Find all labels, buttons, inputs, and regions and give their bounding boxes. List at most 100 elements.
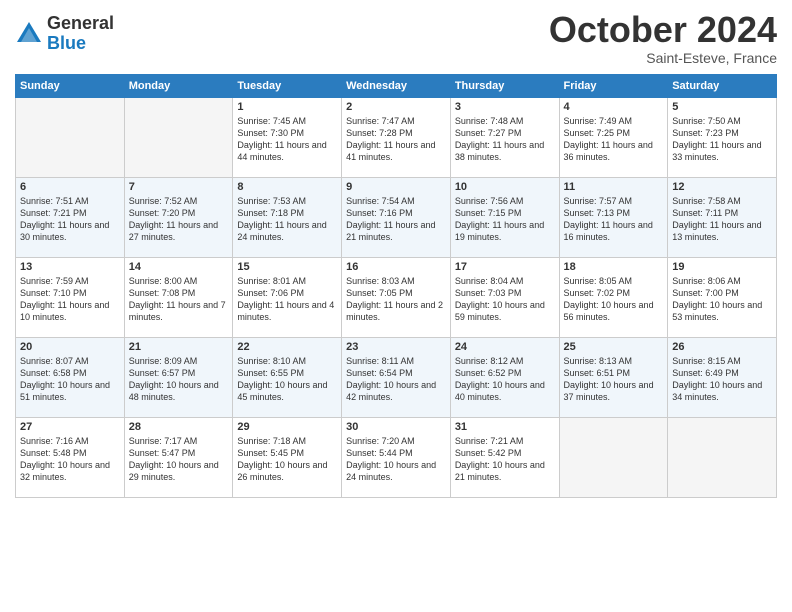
day-info: Sunrise: 8:15 AM Sunset: 6:49 PM Dayligh… <box>672 355 772 404</box>
day-number: 26 <box>672 341 772 353</box>
day-info: Sunrise: 7:56 AM Sunset: 7:15 PM Dayligh… <box>455 195 555 244</box>
week-row-3: 20 Sunrise: 8:07 AM Sunset: 6:58 PM Dayli… <box>16 337 777 417</box>
day-cell: 4 Sunrise: 7:49 AM Sunset: 7:25 PM Daylig… <box>559 97 668 177</box>
day-number: 10 <box>455 181 555 193</box>
day-cell: 1Sunrise: 7:45 AM Sunset: 7:30 PM Daylig… <box>233 97 342 177</box>
day-cell: 22Sunrise: 8:10 AM Sunset: 6:55 PM Dayli… <box>233 337 342 417</box>
day-info: Sunrise: 8:07 AM Sunset: 6:58 PM Dayligh… <box>20 355 120 404</box>
day-number: 11 <box>564 181 664 193</box>
day-number: 24 <box>455 341 555 353</box>
day-cell: 31 Sunrise: 7:21 AM Sunset: 5:42 PM Dayli… <box>450 417 559 497</box>
day-cell: 6 Sunrise: 7:51 AM Sunset: 7:21 PM Daylig… <box>16 177 125 257</box>
header: General Blue October 2024 Saint-Esteve, … <box>15 10 777 66</box>
day-number: 2 <box>346 101 446 113</box>
logo: General Blue <box>15 14 114 54</box>
day-info: Sunrise: 7:54 AM Sunset: 7:16 PM Dayligh… <box>346 195 446 244</box>
day-header-tuesday: Tuesday <box>233 74 342 97</box>
day-header-monday: Monday <box>124 74 233 97</box>
day-number: 23 <box>346 341 446 353</box>
day-cell: 27Sunrise: 7:16 AM Sunset: 5:48 PM Dayli… <box>16 417 125 497</box>
day-number: 20 <box>20 341 120 353</box>
day-header-saturday: Saturday <box>668 74 777 97</box>
day-cell: 29Sunrise: 7:18 AM Sunset: 5:45 PM Dayli… <box>233 417 342 497</box>
day-cell: 19Sunrise: 8:06 AM Sunset: 7:00 PM Dayli… <box>668 257 777 337</box>
day-info: Sunrise: 7:57 AM Sunset: 7:13 PM Dayligh… <box>564 195 664 244</box>
day-number: 5 <box>672 101 772 113</box>
month-title: October 2024 <box>549 10 777 50</box>
day-info: Sunrise: 7:59 AM Sunset: 7:10 PM Dayligh… <box>20 275 120 324</box>
day-info: Sunrise: 7:48 AM Sunset: 7:27 PM Dayligh… <box>455 115 555 164</box>
day-cell: 9 Sunrise: 7:54 AM Sunset: 7:16 PM Daylig… <box>342 177 451 257</box>
day-cell: 26 Sunrise: 8:15 AM Sunset: 6:49 PM Dayli… <box>668 337 777 417</box>
calendar-table: SundayMondayTuesdayWednesdayThursdayFrid… <box>15 74 777 498</box>
day-number: 13 <box>20 261 120 273</box>
day-cell: 2Sunrise: 7:47 AM Sunset: 7:28 PM Daylig… <box>342 97 451 177</box>
logo-general: General <box>47 14 114 34</box>
day-cell: 8 Sunrise: 7:53 AM Sunset: 7:18 PM Daylig… <box>233 177 342 257</box>
day-number: 3 <box>455 101 555 113</box>
day-info: Sunrise: 7:58 AM Sunset: 7:11 PM Dayligh… <box>672 195 772 244</box>
day-number: 8 <box>237 181 337 193</box>
week-row-0: 1Sunrise: 7:45 AM Sunset: 7:30 PM Daylig… <box>16 97 777 177</box>
location: Saint-Esteve, France <box>549 50 777 66</box>
day-header-sunday: Sunday <box>16 74 125 97</box>
day-number: 4 <box>564 101 664 113</box>
day-cell <box>559 417 668 497</box>
day-number: 31 <box>455 421 555 433</box>
logo-icon <box>15 20 43 48</box>
day-number: 1 <box>237 101 337 113</box>
day-info: Sunrise: 7:17 AM Sunset: 5:47 PM Dayligh… <box>129 435 229 484</box>
day-info: Sunrise: 8:04 AM Sunset: 7:03 PM Dayligh… <box>455 275 555 324</box>
day-info: Sunrise: 7:16 AM Sunset: 5:48 PM Dayligh… <box>20 435 120 484</box>
day-number: 7 <box>129 181 229 193</box>
day-cell: 14Sunrise: 8:00 AM Sunset: 7:08 PM Dayli… <box>124 257 233 337</box>
day-info: Sunrise: 8:13 AM Sunset: 6:51 PM Dayligh… <box>564 355 664 404</box>
day-info: Sunrise: 8:05 AM Sunset: 7:02 PM Dayligh… <box>564 275 664 324</box>
week-row-2: 13 Sunrise: 7:59 AM Sunset: 7:10 PM Dayli… <box>16 257 777 337</box>
day-header-wednesday: Wednesday <box>342 74 451 97</box>
day-info: Sunrise: 7:50 AM Sunset: 7:23 PM Dayligh… <box>672 115 772 164</box>
week-row-4: 27Sunrise: 7:16 AM Sunset: 5:48 PM Dayli… <box>16 417 777 497</box>
day-cell: 7 Sunrise: 7:52 AM Sunset: 7:20 PM Daylig… <box>124 177 233 257</box>
day-cell: 11 Sunrise: 7:57 AM Sunset: 7:13 PM Dayli… <box>559 177 668 257</box>
day-header-friday: Friday <box>559 74 668 97</box>
day-cell: 24 Sunrise: 8:12 AM Sunset: 6:52 PM Dayli… <box>450 337 559 417</box>
day-number: 19 <box>672 261 772 273</box>
page: General Blue October 2024 Saint-Esteve, … <box>0 0 792 612</box>
day-info: Sunrise: 8:09 AM Sunset: 6:57 PM Dayligh… <box>129 355 229 404</box>
day-number: 16 <box>346 261 446 273</box>
day-header-thursday: Thursday <box>450 74 559 97</box>
day-number: 9 <box>346 181 446 193</box>
day-number: 29 <box>237 421 337 433</box>
day-cell: 23 Sunrise: 8:11 AM Sunset: 6:54 PM Dayli… <box>342 337 451 417</box>
day-cell: 3 Sunrise: 7:48 AM Sunset: 7:27 PM Daylig… <box>450 97 559 177</box>
logo-text: General Blue <box>47 14 114 54</box>
day-info: Sunrise: 8:12 AM Sunset: 6:52 PM Dayligh… <box>455 355 555 404</box>
day-number: 30 <box>346 421 446 433</box>
day-info: Sunrise: 7:51 AM Sunset: 7:21 PM Dayligh… <box>20 195 120 244</box>
day-info: Sunrise: 8:00 AM Sunset: 7:08 PM Dayligh… <box>129 275 229 324</box>
day-info: Sunrise: 8:10 AM Sunset: 6:55 PM Dayligh… <box>237 355 337 404</box>
day-cell: 5 Sunrise: 7:50 AM Sunset: 7:23 PM Daylig… <box>668 97 777 177</box>
day-cell <box>124 97 233 177</box>
day-info: Sunrise: 7:52 AM Sunset: 7:20 PM Dayligh… <box>129 195 229 244</box>
days-header-row: SundayMondayTuesdayWednesdayThursdayFrid… <box>16 74 777 97</box>
day-cell: 17Sunrise: 8:04 AM Sunset: 7:03 PM Dayli… <box>450 257 559 337</box>
day-info: Sunrise: 7:20 AM Sunset: 5:44 PM Dayligh… <box>346 435 446 484</box>
day-info: Sunrise: 8:11 AM Sunset: 6:54 PM Dayligh… <box>346 355 446 404</box>
day-number: 21 <box>129 341 229 353</box>
day-info: Sunrise: 7:21 AM Sunset: 5:42 PM Dayligh… <box>455 435 555 484</box>
day-number: 25 <box>564 341 664 353</box>
day-cell: 18Sunrise: 8:05 AM Sunset: 7:02 PM Dayli… <box>559 257 668 337</box>
day-info: Sunrise: 7:49 AM Sunset: 7:25 PM Dayligh… <box>564 115 664 164</box>
day-info: Sunrise: 7:53 AM Sunset: 7:18 PM Dayligh… <box>237 195 337 244</box>
day-cell: 21 Sunrise: 8:09 AM Sunset: 6:57 PM Dayli… <box>124 337 233 417</box>
day-cell: 16Sunrise: 8:03 AM Sunset: 7:05 PM Dayli… <box>342 257 451 337</box>
day-number: 28 <box>129 421 229 433</box>
day-cell: 12 Sunrise: 7:58 AM Sunset: 7:11 PM Dayli… <box>668 177 777 257</box>
day-number: 12 <box>672 181 772 193</box>
day-cell: 20 Sunrise: 8:07 AM Sunset: 6:58 PM Dayli… <box>16 337 125 417</box>
day-number: 6 <box>20 181 120 193</box>
day-cell: 30 Sunrise: 7:20 AM Sunset: 5:44 PM Dayli… <box>342 417 451 497</box>
title-block: October 2024 Saint-Esteve, France <box>549 10 777 66</box>
